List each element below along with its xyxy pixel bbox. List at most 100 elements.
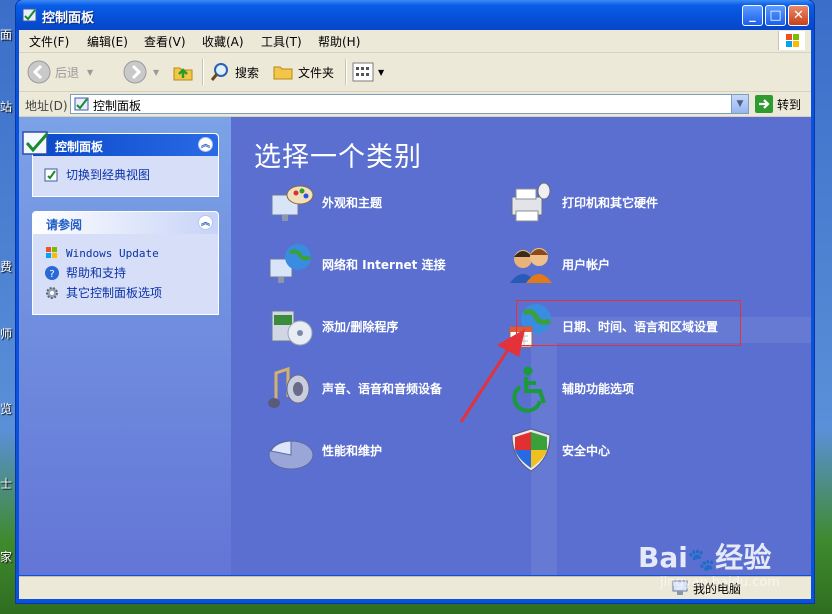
highlight-box bbox=[516, 300, 741, 346]
help-support-link[interactable]: ? 帮助和支持 bbox=[44, 264, 126, 281]
baidu-watermark-brand2: 经验 bbox=[715, 541, 772, 574]
category-label: 打印机和其它硬件 bbox=[562, 195, 659, 210]
performance-maintenance-icon bbox=[268, 440, 314, 470]
collapse-chevron-icon[interactable]: ︽ bbox=[198, 137, 213, 152]
address-dropdown-icon[interactable]: ▼ bbox=[731, 95, 748, 113]
baidu-watermark-sub: jingyan.baidu.com bbox=[660, 575, 780, 590]
menu-edit[interactable]: 编辑(E) bbox=[87, 33, 128, 50]
back-label: 后退 bbox=[55, 65, 80, 80]
menu-view[interactable]: 查看(V) bbox=[144, 33, 186, 50]
menu-favorites[interactable]: 收藏(A) bbox=[202, 33, 244, 50]
category-pane: 选择一个类别 外观和主题 网络和 Internet 连接 添加/删除程序 声音、… bbox=[231, 117, 811, 575]
window-title: 控制面板 bbox=[42, 11, 95, 26]
category-sounds-speech-audio[interactable]: 声音、语音和音频设备 bbox=[266, 363, 442, 413]
windows-logo-icon bbox=[778, 31, 805, 50]
security-shield-icon bbox=[511, 428, 551, 472]
appearance-themes-icon bbox=[271, 185, 314, 221]
see-also-box-header[interactable]: 请参阅 ︽ bbox=[33, 212, 218, 234]
switch-classic-view-label: 切换到经典视图 bbox=[66, 168, 151, 182]
windows-update-icon bbox=[46, 247, 57, 258]
add-remove-programs-icon bbox=[271, 310, 313, 346]
go-arrow-icon bbox=[755, 95, 773, 113]
printer-hardware-icon bbox=[511, 182, 551, 222]
views-icon bbox=[352, 62, 374, 82]
forward-dropdown-icon[interactable]: ▼ bbox=[153, 68, 159, 77]
category-printers-hardware[interactable]: 打印机和其它硬件 bbox=[506, 177, 658, 227]
views-button[interactable]: ▼ bbox=[352, 60, 384, 84]
category-performance-maintenance[interactable]: 性能和维护 bbox=[266, 425, 382, 475]
toolbar: 后退 ▼ ▼ 搜索 文件夹 ▼ bbox=[19, 53, 811, 92]
annotation-arrow-icon bbox=[459, 329, 525, 423]
address-bar: 地址(D) 控制面板 ▼ 转到 bbox=[19, 92, 811, 117]
category-label: 性能和维护 bbox=[322, 443, 383, 458]
control-panel-box: 控制面板 ︽ 切换到经典视图 bbox=[22, 131, 219, 197]
back-button[interactable]: 后退 ▼ bbox=[27, 60, 93, 84]
task-pane: 控制面板 ︽ 切换到经典视图 请参阅 ︽ Windows Update ? 帮助… bbox=[19, 117, 231, 575]
views-dropdown-icon: ▼ bbox=[378, 67, 385, 77]
desktop-label: 站 bbox=[0, 100, 13, 114]
search-button[interactable]: 搜索 bbox=[209, 60, 259, 84]
folders-label: 文件夹 bbox=[298, 65, 335, 80]
desktop-label: 费 bbox=[0, 260, 13, 274]
folder-up-icon bbox=[173, 67, 193, 81]
address-value: 控制面板 bbox=[93, 99, 142, 113]
category-appearance-themes[interactable]: 外观和主题 bbox=[266, 177, 382, 227]
category-add-remove-programs[interactable]: 添加/删除程序 bbox=[266, 301, 398, 351]
desktop-label: 家 bbox=[0, 550, 13, 564]
menu-tools[interactable]: 工具(T) bbox=[261, 33, 302, 50]
control-panel-large-icon bbox=[22, 131, 49, 155]
category-label: 安全中心 bbox=[562, 443, 611, 458]
menu-help[interactable]: 帮助(H) bbox=[318, 33, 360, 50]
gear-icon bbox=[46, 286, 58, 299]
control-panel-window: 控制面板 _ □ ✕ 文件(F) 编辑(E) 查看(V) 收藏(A) 工具(T)… bbox=[16, 0, 814, 603]
sounds-speech-audio-icon bbox=[268, 366, 310, 408]
back-arrow-icon bbox=[27, 60, 51, 84]
go-button[interactable]: 转到 bbox=[755, 95, 801, 113]
desktop-label: 面 bbox=[0, 28, 13, 42]
category-network-internet[interactable]: 网络和 Internet 连接 bbox=[266, 239, 446, 289]
classic-view-icon bbox=[44, 168, 58, 181]
category-label: 外观和主题 bbox=[322, 195, 383, 210]
desktop-label: 览 bbox=[0, 402, 13, 416]
content-area: 控制面板 ︽ 切换到经典视图 请参阅 ︽ Windows Update ? 帮助… bbox=[19, 117, 811, 575]
control-panel-box-title: 控制面板 bbox=[55, 140, 104, 154]
see-also-title: 请参阅 bbox=[46, 218, 83, 232]
user-accounts-icon bbox=[510, 248, 552, 283]
category-label: 用户帐户 bbox=[562, 257, 611, 272]
title-bar[interactable]: 控制面板 _ □ ✕ bbox=[16, 0, 814, 30]
windows-update-link[interactable]: Windows Update bbox=[44, 245, 159, 261]
category-security-center[interactable]: 安全中心 bbox=[506, 425, 610, 475]
control-panel-small-icon bbox=[74, 97, 89, 111]
search-label: 搜索 bbox=[235, 65, 260, 80]
forward-button[interactable]: ▼ bbox=[123, 60, 159, 84]
minimize-button[interactable]: _ bbox=[742, 5, 763, 26]
control-panel-icon bbox=[22, 8, 37, 22]
address-field[interactable]: 控制面板 ▼ bbox=[70, 94, 749, 114]
category-label: 声音、语音和音频设备 bbox=[322, 381, 443, 396]
desktop-label: 师 bbox=[0, 327, 13, 341]
menu-file[interactable]: 文件(F) bbox=[29, 33, 69, 50]
other-options-label: 其它控制面板选项 bbox=[66, 286, 163, 300]
close-button[interactable]: ✕ bbox=[788, 5, 809, 26]
help-icon: ? bbox=[45, 265, 59, 280]
folders-button[interactable]: 文件夹 bbox=[272, 60, 334, 84]
category-user-accounts[interactable]: 用户帐户 bbox=[506, 239, 610, 289]
desktop-label: 士 bbox=[0, 477, 13, 491]
back-dropdown-icon[interactable]: ▼ bbox=[87, 68, 93, 77]
category-label: 辅助功能选项 bbox=[562, 381, 635, 396]
collapse-chevron-icon[interactable]: ︽ bbox=[198, 215, 213, 230]
go-label: 转到 bbox=[777, 97, 802, 112]
see-also-box: 请参阅 ︽ Windows Update ? 帮助和支持 其它控制面板选项 bbox=[32, 211, 219, 315]
baidu-watermark: Bai🐾经验 bbox=[638, 541, 772, 574]
category-label: 网络和 Internet 连接 bbox=[322, 257, 446, 272]
control-panel-box-header[interactable]: 控制面板 ︽ bbox=[22, 131, 218, 156]
maximize-button[interactable]: □ bbox=[765, 5, 786, 26]
search-icon bbox=[210, 63, 228, 81]
baidu-watermark-brand: Bai bbox=[638, 541, 688, 574]
folder-icon bbox=[273, 66, 293, 80]
up-button[interactable] bbox=[171, 60, 195, 84]
page-title: 选择一个类别 bbox=[254, 142, 422, 173]
other-options-link[interactable]: 其它控制面板选项 bbox=[44, 284, 162, 301]
menu-bar: 文件(F) 编辑(E) 查看(V) 收藏(A) 工具(T) 帮助(H) bbox=[19, 30, 811, 53]
switch-classic-view-link[interactable]: 切换到经典视图 bbox=[44, 166, 150, 183]
